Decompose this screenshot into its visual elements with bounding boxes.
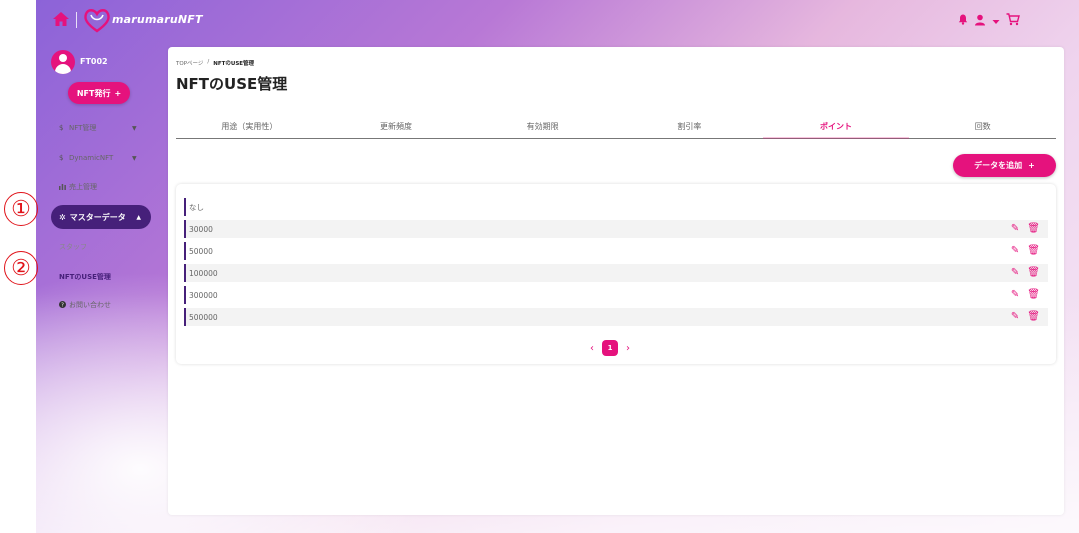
plus-icon: + bbox=[114, 88, 122, 98]
list-item-value: 300000 bbox=[189, 290, 218, 300]
pagination: ‹ 1 › bbox=[590, 340, 630, 356]
list-item: 30000 ✎ 🗑 bbox=[184, 220, 1048, 238]
edit-icon[interactable]: ✎ bbox=[1011, 223, 1019, 235]
sidebar-item-dynamicnft[interactable]: $ DynamicNFT ▼ bbox=[59, 151, 143, 165]
tab-expiration[interactable]: 有効期限 bbox=[469, 117, 616, 138]
annotation-marker-2: ② bbox=[4, 251, 38, 285]
page-title: NFTのUSE管理 bbox=[176, 75, 288, 93]
trash-icon[interactable]: 🗑 bbox=[1027, 267, 1040, 279]
breadcrumb-separator: / bbox=[207, 59, 210, 65]
edit-icon[interactable]: ✎ bbox=[1011, 311, 1019, 323]
nft-issue-label: NFT発行 bbox=[76, 88, 111, 98]
sidebar-item-label: お問い合わせ bbox=[69, 301, 111, 309]
row-accent-bar bbox=[184, 264, 186, 282]
plus-icon: + bbox=[1028, 161, 1035, 170]
bell-icon[interactable] bbox=[958, 14, 968, 28]
list-item: 500000 ✎ 🗑 bbox=[184, 308, 1048, 326]
gear-icon: ✲ bbox=[59, 212, 66, 222]
row-accent-bar bbox=[184, 286, 186, 304]
row-accent-bar bbox=[184, 220, 186, 238]
avatar[interactable] bbox=[51, 50, 75, 74]
tab-points[interactable]: ポイント bbox=[762, 117, 910, 139]
question-icon: ? bbox=[59, 300, 69, 310]
logo-heart-icon[interactable] bbox=[82, 6, 112, 34]
sidebar-item-label: DynamicNFT bbox=[69, 154, 114, 162]
sidebar-item-label: NFT管理 bbox=[69, 124, 97, 132]
row-accent-bar bbox=[184, 198, 186, 216]
coin-icon: $ bbox=[59, 124, 64, 132]
pagination-page-1[interactable]: 1 bbox=[602, 340, 618, 356]
list-item: 300000 ✎ 🗑 bbox=[184, 286, 1048, 304]
home-icon[interactable] bbox=[52, 11, 70, 29]
nft-issue-button[interactable]: NFT発行 + bbox=[68, 82, 130, 104]
annotation-marker-1: ① bbox=[4, 192, 38, 226]
list-item-value: 50000 bbox=[189, 246, 213, 256]
sidebar-item-label: マスターデータ bbox=[69, 212, 126, 222]
edit-icon[interactable]: ✎ bbox=[1011, 289, 1019, 301]
trash-icon[interactable]: 🗑 bbox=[1027, 311, 1040, 323]
header-divider bbox=[76, 12, 77, 28]
row-accent-bar bbox=[184, 242, 186, 260]
list-item-value: なし bbox=[189, 202, 204, 212]
sidebar-item-master-data[interactable]: ✲ マスターデータ ▲ bbox=[51, 205, 151, 229]
pagination-prev[interactable]: ‹ bbox=[590, 343, 594, 354]
caret-down-icon[interactable] bbox=[992, 14, 1000, 28]
header-icons bbox=[958, 12, 1020, 30]
username: FT002 bbox=[80, 57, 108, 66]
cart-icon[interactable] bbox=[1006, 13, 1020, 29]
edit-icon[interactable]: ✎ bbox=[1011, 267, 1019, 279]
sidebar-item-sales[interactable]: 売上管理 bbox=[59, 180, 97, 194]
breadcrumb-root[interactable]: TOPページ bbox=[176, 59, 203, 67]
sidebar-item-label: 売上管理 bbox=[69, 183, 97, 191]
bar-chart-icon bbox=[59, 183, 69, 192]
chevron-down-icon: ▼ bbox=[132, 154, 137, 162]
chevron-down-icon: ▼ bbox=[132, 124, 137, 132]
sidebar-item-nft-management[interactable]: $ NFT管理 ▼ bbox=[59, 121, 143, 135]
sidebar-item-contact[interactable]: ? お問い合わせ bbox=[59, 298, 111, 312]
breadcrumb-current: NFTのUSE管理 bbox=[213, 61, 255, 67]
trash-icon[interactable]: 🗑 bbox=[1027, 289, 1040, 301]
coin-icon: $ bbox=[59, 154, 64, 162]
pagination-next[interactable]: › bbox=[626, 343, 630, 354]
list-item: なし bbox=[184, 198, 1048, 216]
user-icon[interactable] bbox=[974, 14, 986, 29]
chevron-up-icon: ▲ bbox=[136, 213, 141, 221]
trash-icon[interactable]: 🗑 bbox=[1027, 223, 1040, 235]
logo-text[interactable]: marumaruNFT bbox=[112, 13, 203, 26]
tab-count[interactable]: 回数 bbox=[909, 117, 1056, 138]
list-item: 100000 ✎ 🗑 bbox=[184, 264, 1048, 282]
tab-bar: 用途（実用性） 更新頻度 有効期限 割引率 ポイント 回数 bbox=[176, 117, 1056, 139]
tab-usage[interactable]: 用途（実用性） bbox=[176, 117, 323, 138]
svg-text:?: ? bbox=[61, 302, 64, 307]
list-item: 50000 ✎ 🗑 bbox=[184, 242, 1048, 260]
edit-icon[interactable]: ✎ bbox=[1011, 245, 1019, 257]
list-item-value: 100000 bbox=[189, 268, 218, 278]
tab-discount-rate[interactable]: 割引率 bbox=[616, 117, 763, 138]
tab-update-frequency[interactable]: 更新頻度 bbox=[323, 117, 470, 138]
list-item-value: 30000 bbox=[189, 224, 213, 234]
add-data-label: データを追加 bbox=[974, 161, 1023, 170]
add-data-button[interactable]: データを追加 + bbox=[953, 154, 1056, 177]
row-accent-bar bbox=[184, 308, 186, 326]
sidebar-subitem-nft-use[interactable]: NFTのUSE管理 bbox=[59, 272, 111, 282]
list-item-value: 500000 bbox=[189, 312, 218, 322]
trash-icon[interactable]: 🗑 bbox=[1027, 245, 1040, 257]
breadcrumb: TOPページ / NFTのUSE管理 bbox=[176, 59, 254, 67]
sidebar-subitem-staff[interactable]: スタッフ bbox=[59, 242, 87, 252]
